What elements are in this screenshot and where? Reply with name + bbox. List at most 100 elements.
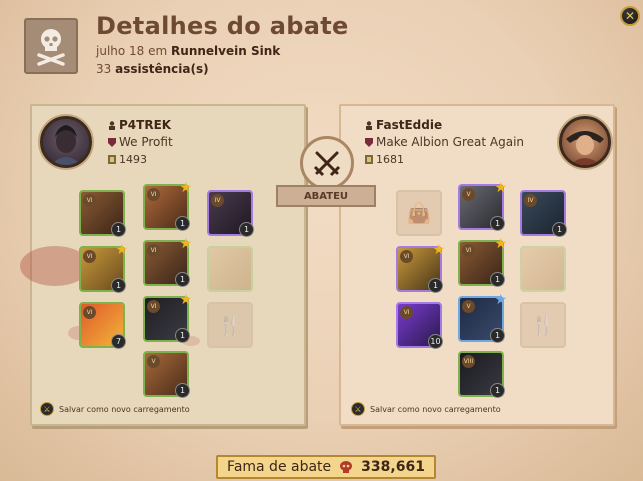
food-placeholder-icon: 🍴 xyxy=(530,313,556,337)
guild-shield-icon xyxy=(365,138,373,147)
bag-placeholder-icon: 👜 xyxy=(406,201,432,225)
save-loadout-label: Salvar como novo carregamento xyxy=(370,404,501,414)
killer-slot-weapon[interactable]: VI ★ 1 xyxy=(79,242,128,293)
tier-badge: VI xyxy=(400,250,413,263)
kill-fame-value: 338,661 xyxy=(361,459,425,475)
kill-date: julho 18 em xyxy=(96,44,168,58)
quantity-badge: 1 xyxy=(552,222,567,237)
killer-slot-cape[interactable]: IV 1 xyxy=(207,190,254,237)
avatar-portrait-icon xyxy=(51,125,81,165)
killer-slot-mount[interactable]: V 1 xyxy=(143,351,190,398)
crossed-swords-badge xyxy=(300,136,354,190)
player-icon xyxy=(366,121,372,130)
tier-badge: VI xyxy=(400,306,413,319)
killer-name[interactable]: P4TREK xyxy=(119,118,171,132)
star-icon: ★ xyxy=(494,292,507,308)
victim-name[interactable]: FastEddie xyxy=(376,118,442,132)
victim-panel: FastEddie Make Albion Great Again 1681 👜… xyxy=(339,104,615,426)
tier-badge: V xyxy=(147,355,160,368)
killer-avatar[interactable] xyxy=(40,116,92,168)
quantity-badge: 1 xyxy=(490,383,505,398)
victim-slot-weapon[interactable]: VI ★ 1 xyxy=(396,242,445,293)
star-icon: ★ xyxy=(432,242,445,258)
victim-slot-offhand[interactable] xyxy=(520,246,566,292)
tier-badge: VIII xyxy=(462,355,475,368)
killer-save-loadout[interactable]: ⚔ Salvar como novo carregamento xyxy=(40,402,190,416)
victim-slot-mount[interactable]: VIII 1 xyxy=(458,351,505,398)
avatar-portrait-icon xyxy=(566,131,604,165)
tier-badge: V xyxy=(462,188,475,201)
crossed-swords-icon xyxy=(313,151,341,177)
quantity-badge: 1 xyxy=(175,272,190,287)
quantity-badge: 1 xyxy=(490,328,505,343)
killed-banner: ABATEU xyxy=(276,185,376,207)
player-icon xyxy=(109,121,115,130)
killer-slot-potion[interactable]: VI 7 xyxy=(79,302,126,349)
star-icon: ★ xyxy=(179,292,192,308)
victim-save-loadout[interactable]: ⚔ Salvar como novo carregamento xyxy=(351,402,501,416)
save-loadout-icon: ⚔ xyxy=(351,402,365,416)
quantity-badge: 1 xyxy=(111,278,126,293)
quantity-badge: 1 xyxy=(428,278,443,293)
victim-slot-food[interactable]: 🍴 xyxy=(520,302,566,348)
page-title: Detalhes do abate xyxy=(96,12,349,40)
killer-slot-bag[interactable]: VI 1 xyxy=(79,190,126,237)
kill-location: Runnelvein Sink xyxy=(171,44,281,58)
item-power-icon xyxy=(108,155,116,164)
victim-name-row: FastEddie xyxy=(365,118,442,132)
tier-badge: VI xyxy=(83,250,96,263)
killer-guild[interactable]: We Profit xyxy=(119,135,173,149)
food-placeholder-icon: 🍴 xyxy=(217,313,243,337)
assists-label: assistência(s) xyxy=(115,62,209,76)
quantity-badge: 1 xyxy=(175,383,190,398)
item-power-icon xyxy=(365,155,373,164)
star-icon: ★ xyxy=(179,236,192,252)
quantity-badge: 7 xyxy=(111,334,126,349)
fame-skull-icon xyxy=(340,461,353,473)
skull-crossbones-icon xyxy=(37,29,65,66)
quantity-badge: 1 xyxy=(175,216,190,231)
close-button[interactable]: ✕ xyxy=(620,6,640,26)
tier-badge: V xyxy=(462,300,475,313)
quantity-badge: 1 xyxy=(490,216,505,231)
star-icon: ★ xyxy=(115,242,128,258)
tier-badge: VI xyxy=(83,194,96,207)
assists-count: 33 xyxy=(96,62,112,76)
victim-slot-helmet[interactable]: V ★ 1 xyxy=(458,180,507,231)
save-loadout-icon: ⚔ xyxy=(40,402,54,416)
tier-badge: VI xyxy=(83,306,96,319)
kill-fame-label: Fama de abate xyxy=(227,459,332,475)
victim-guild-row: Make Albion Great Again xyxy=(365,135,524,149)
victim-slot-potion[interactable]: VI 10 xyxy=(396,302,443,349)
killer-slot-food[interactable]: 🍴 xyxy=(207,302,253,348)
victim-ip-row: 1681 xyxy=(365,153,404,166)
star-icon: ★ xyxy=(494,236,507,252)
victim-slot-shoes[interactable]: V ★ 1 xyxy=(458,292,507,343)
tier-badge: VI xyxy=(462,244,475,257)
star-icon: ★ xyxy=(494,180,507,196)
killer-panel: P4TREK We Profit 1493 VI 1 VI ★ 1 IV 1 V… xyxy=(20,104,306,426)
quantity-badge: 1 xyxy=(490,272,505,287)
killer-slot-helmet[interactable]: VI ★ 1 xyxy=(143,180,192,231)
victim-slot-armor[interactable]: VI ★ 1 xyxy=(458,236,507,287)
victim-item-power: 1681 xyxy=(376,153,404,166)
killer-ip-row: 1493 xyxy=(108,153,147,166)
killer-slot-offhand[interactable] xyxy=(207,246,253,292)
victim-avatar[interactable] xyxy=(559,116,611,168)
killer-slot-shoes[interactable]: VI ★ 1 xyxy=(143,292,192,343)
save-loadout-label: Salvar como novo carregamento xyxy=(59,404,190,414)
killer-guild-row: We Profit xyxy=(108,135,173,149)
killer-name-row: P4TREK xyxy=(108,118,171,132)
tier-badge: VI xyxy=(147,188,160,201)
victim-slot-bag[interactable]: 👜 xyxy=(396,190,442,236)
victim-slot-cape[interactable]: IV 1 xyxy=(520,190,567,237)
killer-slot-armor[interactable]: VI ★ 1 xyxy=(143,236,192,287)
kill-date-location: julho 18 em Runnelvein Sink xyxy=(96,44,280,58)
quantity-badge: 1 xyxy=(239,222,254,237)
tier-badge: IV xyxy=(524,194,537,207)
quantity-badge: 1 xyxy=(111,222,126,237)
victim-guild[interactable]: Make Albion Great Again xyxy=(376,135,524,149)
guild-shield-icon xyxy=(108,138,116,147)
tier-badge: IV xyxy=(211,194,224,207)
tier-badge: VI xyxy=(147,300,160,313)
